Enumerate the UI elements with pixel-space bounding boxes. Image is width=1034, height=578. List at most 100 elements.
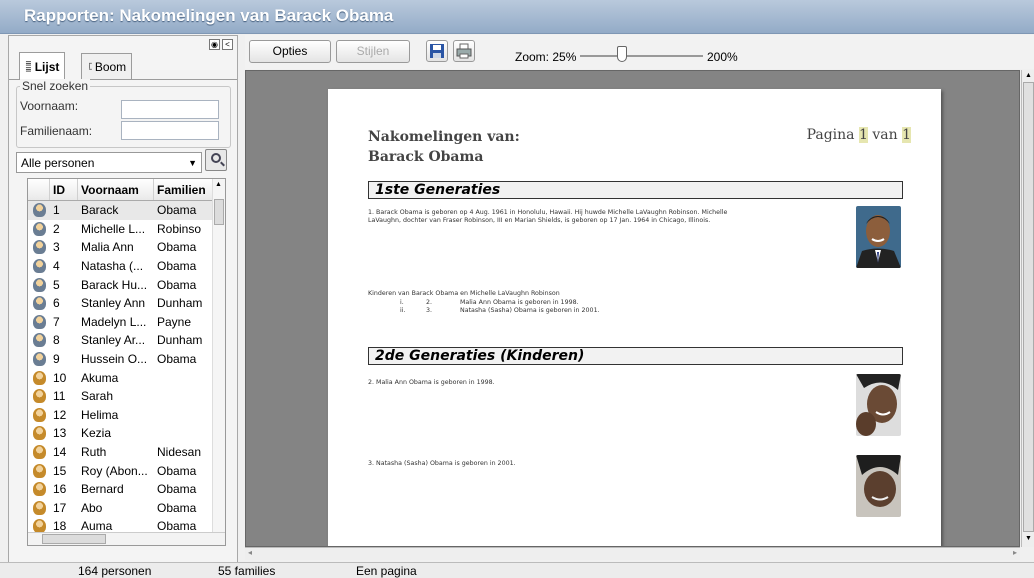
row-id: 10 bbox=[53, 370, 67, 385]
row-first-name: Roy (Abon... bbox=[81, 463, 148, 478]
table-row[interactable]: 11 Sarah bbox=[28, 387, 225, 406]
grid-header-icon-col bbox=[28, 179, 50, 200]
table-row[interactable]: 17 Abo Obama bbox=[28, 499, 225, 518]
row-first-name: Madelyn L... bbox=[81, 314, 147, 329]
collapse-icon[interactable]: < bbox=[222, 39, 233, 50]
row-last-name: Obama bbox=[157, 259, 197, 274]
table-row[interactable]: 3 Malia Ann Obama bbox=[28, 238, 225, 257]
viewer-scroll-right-icon[interactable]: ▸ bbox=[1013, 548, 1017, 557]
row-first-name: Barack Hu... bbox=[81, 277, 148, 292]
grid-rows: 1 Barack Obama 2 Michelle L... Robinso 3 Malia … bbox=[28, 201, 225, 545]
gen2-entry-1: 2. Malia Ann Obama is geboren in 1998. bbox=[368, 379, 495, 386]
hscroll-thumb[interactable] bbox=[42, 534, 106, 544]
options-button[interactable]: Opties bbox=[249, 40, 331, 63]
grid-header-id[interactable]: ID bbox=[50, 179, 78, 200]
table-row[interactable]: 12 Helima bbox=[28, 406, 225, 425]
person-icon bbox=[28, 445, 50, 460]
viewer-scroll-down-icon[interactable]: ▼ bbox=[1025, 535, 1032, 542]
zoom-slider-thumb[interactable] bbox=[617, 46, 628, 62]
person-icon bbox=[28, 333, 50, 348]
person-icon bbox=[28, 389, 50, 404]
viewer-scroll-left-icon[interactable]: ◂ bbox=[248, 548, 252, 557]
row-id: 5 bbox=[53, 277, 60, 292]
scroll-up-icon[interactable]: ▲ bbox=[215, 181, 222, 188]
styles-button[interactable]: Stijlen bbox=[336, 40, 410, 63]
person-filter-value: Alle personen bbox=[21, 156, 95, 170]
grid-vertical-scrollbar[interactable]: ▲ ▼ bbox=[212, 179, 225, 545]
pin-icon[interactable]: ◉ bbox=[209, 39, 220, 50]
table-row[interactable]: 6 Stanley Ann Dunham bbox=[28, 294, 225, 313]
viewer-scroll-thumb[interactable] bbox=[1023, 82, 1034, 532]
tab-lijst[interactable]: ≡ ≡ Lijst bbox=[19, 52, 66, 80]
scroll-thumb[interactable] bbox=[214, 199, 224, 225]
row-last-name: Obama bbox=[157, 277, 197, 292]
portrait-barack-obama bbox=[856, 206, 901, 268]
table-row[interactable]: 9 Hussein O... Obama bbox=[28, 350, 225, 369]
table-row[interactable]: 15 Roy (Abon... Obama bbox=[28, 461, 225, 480]
title-bar: Rapporten: Nakomelingen van Barack Obama bbox=[0, 0, 1034, 34]
table-row[interactable]: 4 Natasha (... Obama bbox=[28, 257, 225, 276]
row-id: 16 bbox=[53, 482, 67, 497]
table-row[interactable]: 1 Barack Obama bbox=[28, 201, 225, 220]
row-last-name: Dunham bbox=[157, 333, 203, 348]
table-row[interactable]: 8 Stanley Ar... Dunham bbox=[28, 331, 225, 350]
table-row[interactable]: 10 Akuma bbox=[28, 368, 225, 387]
row-id: 13 bbox=[53, 426, 67, 441]
row-first-name: Sarah bbox=[81, 389, 114, 404]
list-icon: ≡ ≡ bbox=[25, 58, 32, 74]
table-row[interactable]: 7 Madelyn L... Payne bbox=[28, 313, 225, 332]
floppy-icon bbox=[430, 44, 444, 58]
row-id: 15 bbox=[53, 463, 67, 478]
child-entry: ii. 3. Natasha (Sasha) Obama is geboren in… bbox=[400, 307, 600, 315]
row-first-name: Stanley Ar... bbox=[81, 333, 146, 348]
last-name-label: Familienaam: bbox=[20, 124, 93, 138]
person-icon bbox=[28, 407, 50, 422]
row-first-name: Kezia bbox=[81, 426, 112, 441]
grid-header-first-name[interactable]: Voornaam bbox=[78, 179, 154, 200]
page-total: 1 bbox=[902, 127, 911, 143]
child-number: 3. bbox=[426, 307, 433, 314]
viewer-vertical-scrollbar[interactable]: ▲ ▼ bbox=[1021, 70, 1034, 547]
save-button[interactable] bbox=[426, 40, 448, 62]
row-first-name: Barack bbox=[81, 203, 119, 218]
person-icon bbox=[28, 240, 50, 255]
table-row[interactable]: 16 Bernard Obama bbox=[28, 480, 225, 499]
search-button[interactable] bbox=[205, 149, 227, 171]
last-name-input[interactable] bbox=[121, 121, 219, 140]
row-id: 1 bbox=[53, 203, 60, 218]
window-title: Rapporten: Nakomelingen van Barack Obama bbox=[24, 6, 394, 25]
viewer-horizontal-scrollbar[interactable]: ◂ ▸ bbox=[245, 547, 1020, 560]
person-icon bbox=[28, 296, 50, 311]
chevron-down-icon: ▼ bbox=[188, 158, 197, 168]
row-last-name: Nidesan bbox=[157, 445, 202, 460]
person-filter-select[interactable]: Alle personen ▼ bbox=[16, 152, 202, 173]
viewer-scroll-up-icon[interactable]: ▲ bbox=[1025, 72, 1032, 79]
row-id: 7 bbox=[53, 314, 60, 329]
person-icon bbox=[28, 277, 50, 292]
row-last-name: Obama bbox=[157, 482, 197, 497]
status-bar: 164 personen 55 families Een pagina bbox=[0, 562, 1034, 578]
table-row[interactable]: 2 Michelle L... Robinso bbox=[28, 220, 225, 239]
table-row[interactable]: 5 Barack Hu... Obama bbox=[28, 275, 225, 294]
person-icon bbox=[28, 259, 50, 274]
report-title: Nakomelingen van: Barack Obama bbox=[368, 127, 520, 167]
print-button[interactable] bbox=[453, 40, 475, 62]
grid-horizontal-scrollbar[interactable] bbox=[28, 532, 225, 545]
grid-header-last-name[interactable]: Familien bbox=[154, 179, 213, 200]
row-last-name: Obama bbox=[157, 352, 197, 367]
table-row[interactable]: 13 Kezia bbox=[28, 424, 225, 443]
row-first-name: Natasha (... bbox=[81, 259, 144, 274]
printer-icon bbox=[456, 43, 472, 59]
person-icon bbox=[28, 500, 50, 515]
row-first-name: Ruth bbox=[81, 445, 107, 460]
row-last-name: Dunham bbox=[157, 296, 203, 311]
tab-boom[interactable]: ┌ └ Boom bbox=[81, 53, 133, 79]
gen2-heading: 2de Generaties (Kinderen) bbox=[368, 347, 903, 365]
first-name-label: Voornaam: bbox=[20, 99, 79, 113]
first-name-input[interactable] bbox=[121, 100, 219, 119]
zoom-slider[interactable] bbox=[580, 55, 703, 57]
row-id: 4 bbox=[53, 259, 60, 274]
gen1-text-line2: LaVaughn, dochter van Fraser Robinson, I… bbox=[368, 217, 711, 224]
grid-header: ID Voornaam Familien bbox=[28, 179, 225, 201]
table-row[interactable]: 14 Ruth Nidesan bbox=[28, 443, 225, 462]
